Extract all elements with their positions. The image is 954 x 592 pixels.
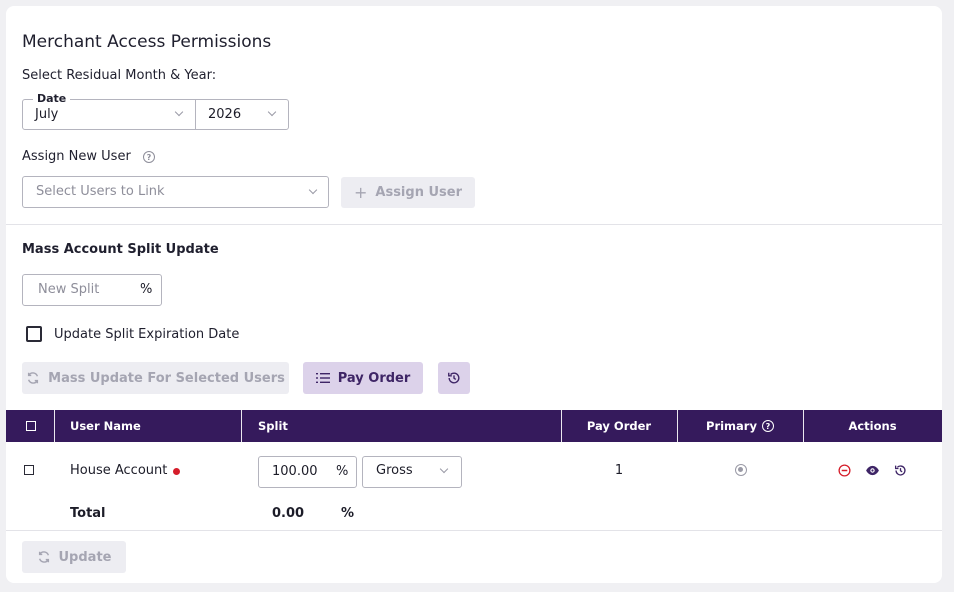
split-type-value: Gross xyxy=(376,463,413,478)
header-actions: Actions xyxy=(848,419,897,433)
residual-label: Select Residual Month & Year: xyxy=(22,68,217,83)
split-value: 100.00 xyxy=(272,464,318,479)
users-select[interactable]: Select Users to Link xyxy=(22,176,329,208)
history-icon xyxy=(448,372,460,384)
plus-icon: + xyxy=(353,183,368,202)
remove-icon[interactable] xyxy=(838,464,851,477)
header-pay-order: Pay Order xyxy=(586,419,652,433)
pay-order-label: Pay Order xyxy=(337,370,411,386)
assign-user-button[interactable]: + Assign User xyxy=(341,177,475,208)
question-circle-icon[interactable]: ? xyxy=(761,420,774,432)
page-title: Merchant Access Permissions xyxy=(22,32,272,52)
year-value: 2026 xyxy=(208,107,242,122)
users-placeholder: Select Users to Link xyxy=(36,184,165,199)
expiration-checkbox[interactable] xyxy=(26,326,42,342)
eye-icon[interactable] xyxy=(865,465,880,476)
split-percent: % xyxy=(336,464,349,479)
total-value: 0.00 xyxy=(272,506,305,521)
mass-update-label: Mass Update For Selected Users xyxy=(48,370,285,386)
header-separator xyxy=(241,410,242,442)
refresh-icon xyxy=(28,372,39,384)
total-label: Total xyxy=(70,506,106,521)
month-value: July xyxy=(35,107,59,122)
required-dot xyxy=(173,468,180,475)
list-icon xyxy=(315,373,330,383)
assign-user-label: Assign New User xyxy=(22,149,131,164)
merchant-access-card: Merchant Access Permissions Select Resid… xyxy=(6,6,942,583)
new-split-placeholder: New Split xyxy=(38,282,100,297)
select-all-checkbox[interactable] xyxy=(26,421,36,431)
mass-update-button[interactable]: Mass Update For Selected Users xyxy=(22,362,289,394)
new-split-input[interactable]: New Split % xyxy=(22,274,162,306)
primary-radio[interactable] xyxy=(735,464,747,476)
pay-order-button[interactable]: Pay Order xyxy=(303,362,423,394)
user-name-cell: House Account xyxy=(70,463,168,478)
expiration-label: Update Split Expiration Date xyxy=(54,327,240,342)
header-primary-label: Primary xyxy=(706,419,757,433)
history-icon[interactable] xyxy=(894,464,907,477)
header-user-name: User Name xyxy=(70,419,141,433)
header-primary: Primary ? xyxy=(677,410,803,442)
total-percent: % xyxy=(341,506,355,521)
refresh-icon xyxy=(38,551,49,563)
year-select[interactable]: 2026 xyxy=(196,100,288,129)
footer-divider xyxy=(6,530,942,531)
row-checkbox[interactable] xyxy=(24,465,34,475)
month-select[interactable]: July xyxy=(23,100,195,129)
header-separator xyxy=(54,410,55,442)
chevron-down-icon xyxy=(267,107,277,117)
chevron-down-icon xyxy=(308,185,318,195)
table-row: House Account 100.00 % Gross 1 xyxy=(6,442,942,498)
chevron-down-icon xyxy=(174,107,184,117)
chevron-down-icon xyxy=(439,464,449,474)
update-label: Update xyxy=(58,549,112,565)
history-button[interactable] xyxy=(438,362,470,394)
split-type-select[interactable]: Gross xyxy=(362,456,462,488)
update-button[interactable]: Update xyxy=(22,541,126,573)
section-divider xyxy=(6,224,942,225)
question-circle-icon[interactable]: ? xyxy=(143,151,155,163)
pay-order-cell: 1 xyxy=(614,463,624,478)
date-selector: Date July 2026 xyxy=(22,92,289,130)
table-header: User Name Split Pay Order Primary ? Acti… xyxy=(6,410,942,442)
split-input[interactable]: 100.00 % xyxy=(258,456,357,488)
percent-suffix: % xyxy=(140,282,153,297)
mass-update-title: Mass Account Split Update xyxy=(22,242,219,257)
header-split: Split xyxy=(258,419,288,433)
assign-user-label-text: Assign User xyxy=(375,185,462,200)
